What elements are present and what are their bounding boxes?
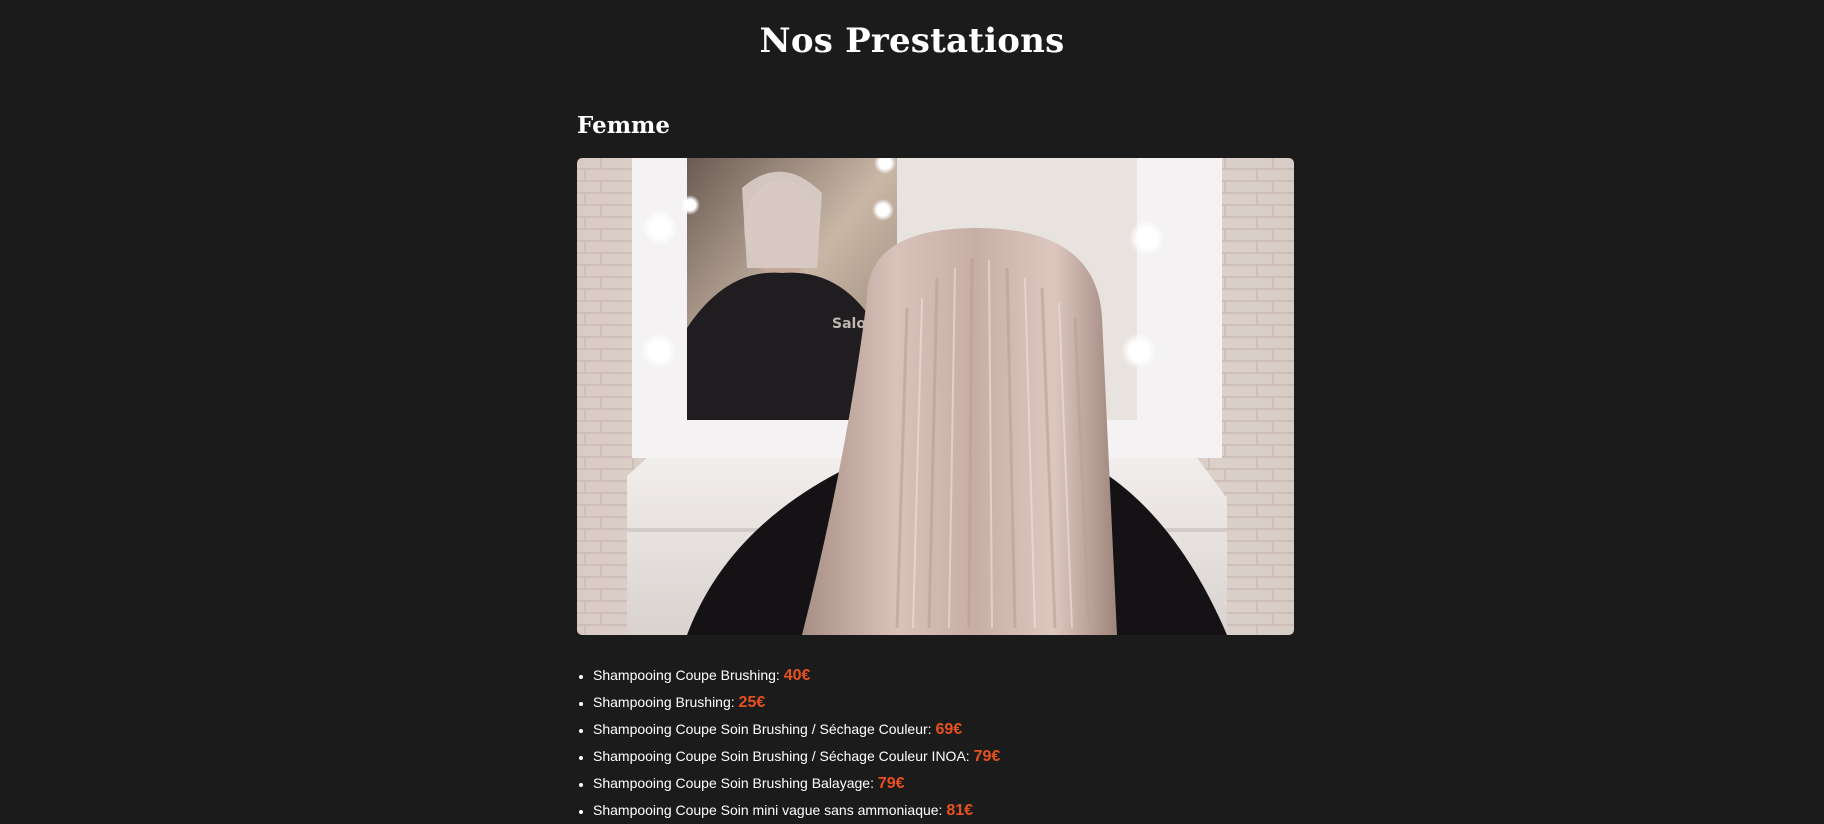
service-price: 79€	[973, 748, 1001, 765]
service-label: Shampooing Coupe Soin Brushing Balayage:	[593, 775, 874, 791]
list-item: Shampooing Coupe Soin Brushing / Séchage…	[593, 743, 1294, 770]
service-price: 69€	[935, 721, 963, 738]
salon-photo: Salon	[577, 158, 1294, 635]
list-item: Shampooing Coupe Soin mini vague sans am…	[593, 797, 1294, 824]
service-label: Shampooing Coupe Soin Brushing / Séchage…	[593, 748, 970, 764]
service-label: Shampooing Coupe Soin mini vague sans am…	[593, 802, 943, 818]
list-item: Shampooing Brushing: 25€	[593, 689, 1294, 716]
list-item: Shampooing Coupe Brushing: 40€	[593, 662, 1294, 689]
list-item: Shampooing Coupe Soin Brushing Balayage:…	[593, 770, 1294, 797]
femme-section: Femme Salon • Shampooing Coupe Brushing:…	[577, 108, 1294, 824]
service-label: Shampooing Brushing:	[593, 694, 735, 710]
service-price: 79€	[877, 775, 905, 792]
services-list: Shampooing Coupe Brushing: 40€ Shampooin…	[577, 662, 1294, 824]
service-label: Shampooing Coupe Brushing:	[593, 667, 780, 683]
service-price: 25€	[738, 694, 766, 711]
service-label: Shampooing Coupe Soin Brushing / Séchage…	[593, 721, 932, 737]
service-price: 81€	[946, 802, 974, 819]
list-item: Shampooing Coupe Soin Brushing / Séchage…	[593, 716, 1294, 743]
service-price: 40€	[783, 667, 811, 684]
section-title: Femme	[577, 112, 671, 139]
page-title: Nos Prestations	[759, 21, 1065, 61]
